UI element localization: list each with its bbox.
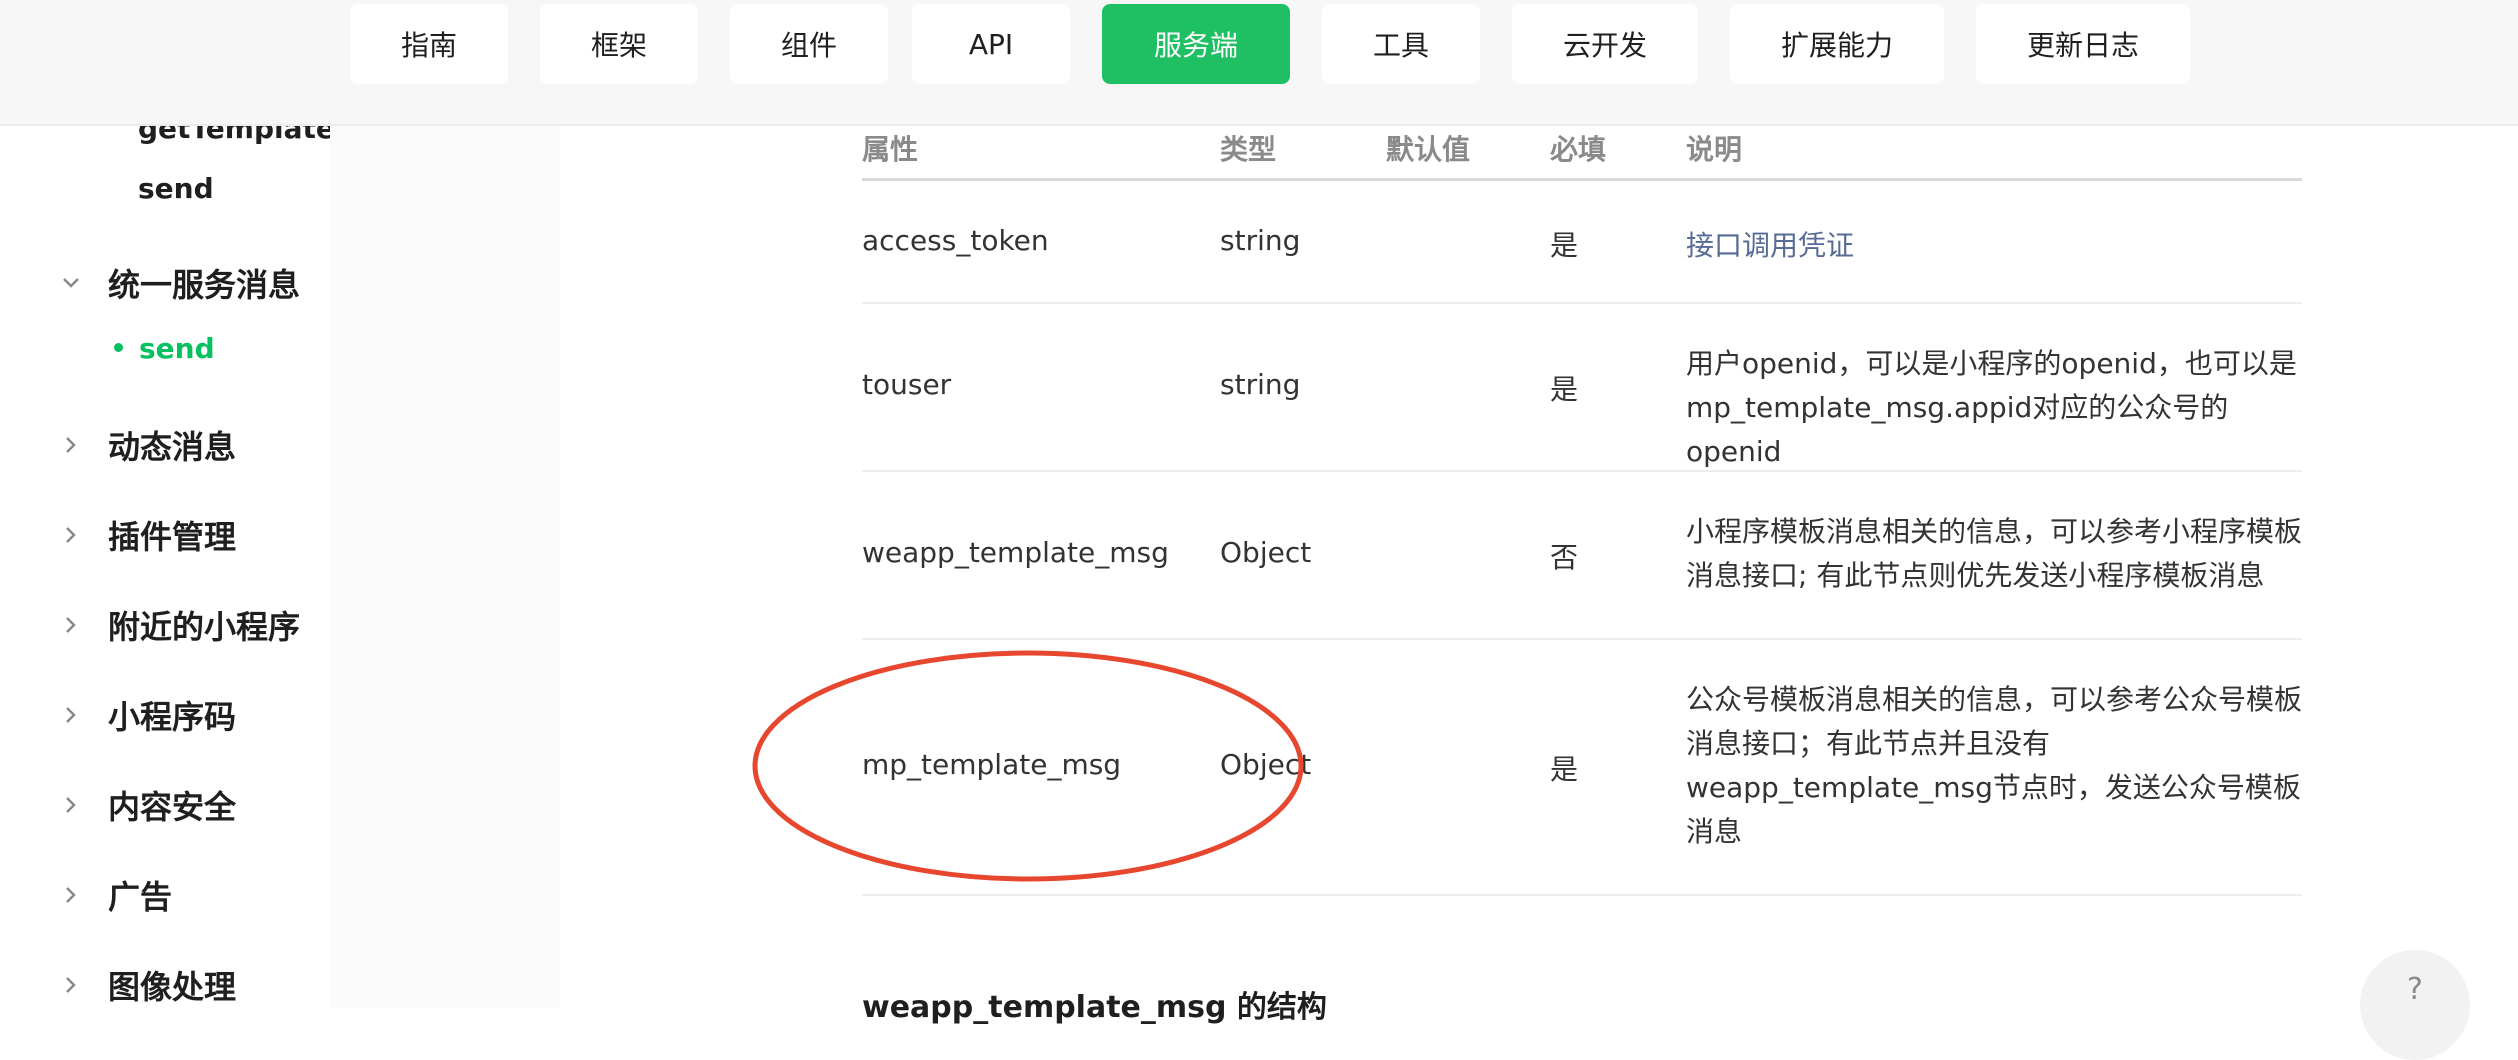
th-description: 说明 [1686,133,1743,166]
section-heading: weapp_template_msg 的结构 [862,990,1327,1025]
chevron-right-icon [66,887,76,903]
cell-required: 是 [1550,229,1579,262]
nav-item-api[interactable]: API [912,4,1070,84]
sidebar-item-label: send [139,332,215,365]
cell-type: string [1220,368,1301,401]
nav-item-cloud[interactable]: 云开发 [1512,4,1698,84]
sidebar-group-1[interactable]: 插件管理 [56,512,236,558]
sidebar-item-send[interactable]: send [138,172,214,205]
access-token-link[interactable]: 接口调用凭证 [1686,224,1854,264]
chevron-right-icon [66,437,76,453]
sidebar-group-label: 附近的小程序 [108,608,301,646]
sidebar-group-2[interactable]: 附近的小程序 [56,602,300,648]
th-type: 类型 [1220,133,1277,166]
nav-item-extensions[interactable]: 扩展能力 [1730,4,1944,84]
table-row: weapp_template_msg Object 否 小程序模板消息相关的信息… [862,472,2302,640]
chevron-down-icon [63,278,79,288]
chevron-right-icon [66,527,76,543]
sidebar-group-label: 动态消息 [108,428,237,466]
cell-name: touser [862,368,952,401]
chevron-right-icon [66,977,76,993]
cell-description: 用户openid，可以是小程序的openid，也可以是mp_template_m… [1686,347,2297,468]
sidebar-group-3[interactable]: 小程序码 [56,692,236,738]
help-icon: ? [2407,972,2423,1007]
active-dot-icon [114,342,123,352]
sidebar-group-label: 插件管理 [108,518,237,556]
th-required: 必填 [1550,133,1607,166]
cell-required: 是 [1550,753,1579,786]
chevron-right-icon [66,797,76,813]
cell-type: Object [1220,536,1312,569]
cell-description: 公众号模板消息相关的信息，可以参考公众号模板消息接口；有此节点并且没有weapp… [1686,683,2303,848]
sidebar-group-label: 图像处理 [108,968,237,1006]
sidebar-group-6[interactable]: 图像处理 [56,962,236,1008]
table-row: access_token string 是 接口调用凭证 [862,180,2302,304]
nav-item-guide[interactable]: 指南 [350,4,508,84]
sidebar-group-label: 内容安全 [108,788,237,826]
sidebar-group-5[interactable]: 广告 [56,872,172,918]
cell-type: string [1220,224,1301,257]
chevron-right-icon [66,617,76,633]
cell-name: access_token [862,224,1049,257]
table-row: touser string 是 用户openid，可以是小程序的openid，也… [862,304,2302,472]
help-button[interactable]: ? [2360,950,2470,1060]
chevron-right-icon [66,707,76,723]
nav-item-server[interactable]: 服务端 [1102,4,1290,84]
cell-description: 小程序模板消息相关的信息，可以参考小程序模板消息接口; 有此节点则优先发送小程序… [1686,515,2303,592]
sidebar-group-4[interactable]: 内容安全 [56,782,236,828]
sidebar-group-0[interactable]: 动态消息 [56,422,236,468]
th-default: 默认值 [1386,133,1471,166]
table-header: 属性 类型 默认值 必填 说明 [862,124,2302,181]
nav-item-changelog[interactable]: 更新日志 [1976,4,2190,84]
sidebar-gutter [330,0,560,1008]
nav-item-components[interactable]: 组件 [730,4,888,84]
sidebar-group-label: 统一服务消息 [108,266,301,304]
sidebar-item-send-active[interactable]: send [114,332,215,365]
top-nav: 指南 框架 组件 API 服务端 工具 云开发 扩展能力 更新日志 [0,0,2518,126]
cell-name: weapp_template_msg [862,536,1169,569]
sidebar: getTemplateList send 统一服务消息 send 动态消息 插件… [0,0,392,1008]
sidebar-group-label: 小程序码 [108,698,237,736]
nav-item-tools[interactable]: 工具 [1322,4,1480,84]
sidebar-group-label: 广告 [108,878,173,916]
cell-required: 否 [1550,541,1579,574]
annotation-ellipse [752,650,1304,882]
sidebar-group-unified-message[interactable]: 统一服务消息 [56,260,300,306]
nav-item-framework[interactable]: 框架 [540,4,698,84]
cell-required: 是 [1550,373,1579,406]
th-property: 属性 [862,133,919,166]
